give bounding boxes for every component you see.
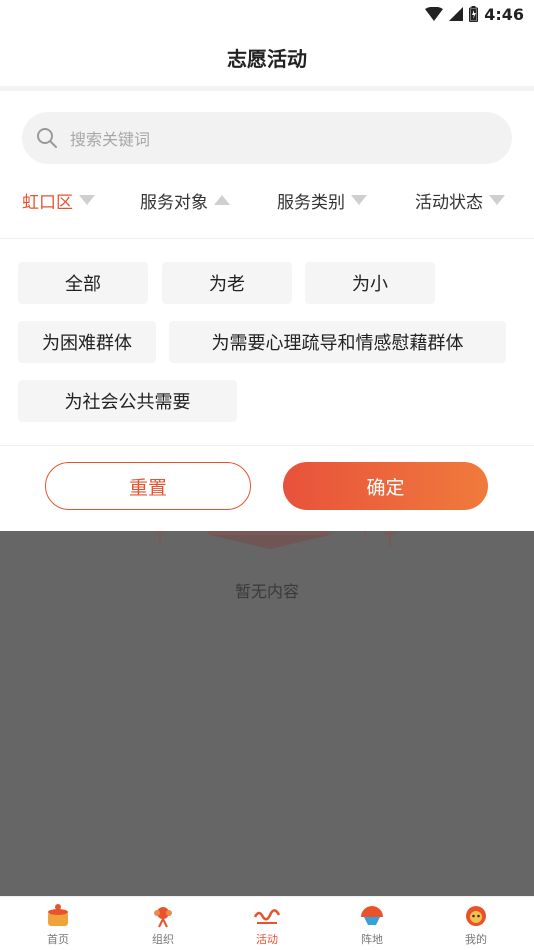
dim-overlay[interactable]: 暂无内容 bbox=[0, 531, 534, 896]
filter-service-target[interactable]: 服务对象 bbox=[140, 188, 230, 213]
empty-state-text: 暂无内容 bbox=[234, 582, 299, 601]
filter-district[interactable]: 虹口区 bbox=[22, 188, 95, 213]
tab-activity-label: 活动 bbox=[256, 933, 278, 946]
tab-profile[interactable]: 我的 bbox=[423, 897, 529, 950]
chevron-up-icon bbox=[214, 195, 230, 205]
option-psychological-support[interactable]: 为需要心理疏导和情感慰藉群体 bbox=[169, 321, 506, 363]
filter-service-category-label: 服务类别 bbox=[277, 192, 345, 213]
filter-divider bbox=[0, 238, 534, 239]
empty-state-illustration bbox=[154, 531, 396, 549]
status-time: 4:46 bbox=[484, 4, 524, 24]
actions-divider bbox=[0, 445, 534, 446]
option-elderly[interactable]: 为老 bbox=[162, 262, 292, 304]
chevron-down-icon bbox=[351, 195, 367, 205]
tab-activity[interactable]: 活动 bbox=[214, 897, 320, 950]
signal-icon bbox=[449, 7, 464, 21]
search-icon bbox=[37, 128, 57, 148]
tab-position[interactable]: 阵地 bbox=[319, 897, 425, 950]
battery-icon bbox=[469, 6, 479, 22]
option-children[interactable]: 为小 bbox=[305, 262, 435, 304]
filter-service-target-label: 服务对象 bbox=[140, 192, 208, 213]
activity-logo-icon bbox=[253, 909, 281, 924]
title-bar: 志愿活动 bbox=[0, 28, 534, 86]
home-drum-icon bbox=[48, 904, 68, 926]
filter-bar: 虹口区 服务对象 服务类别 活动状态 bbox=[0, 176, 534, 224]
profile-lion-icon bbox=[466, 906, 486, 926]
filter-district-label: 虹口区 bbox=[22, 192, 73, 213]
option-all[interactable]: 全部 bbox=[18, 262, 148, 304]
tab-position-label: 阵地 bbox=[361, 933, 383, 946]
filter-service-category[interactable]: 服务类别 bbox=[277, 188, 367, 213]
tab-organization-label: 组织 bbox=[152, 933, 174, 946]
tab-home[interactable]: 首页 bbox=[5, 897, 111, 950]
option-public-needs[interactable]: 为社会公共需要 bbox=[18, 380, 237, 422]
tab-profile-label: 我的 bbox=[465, 933, 487, 946]
page-title: 志愿活动 bbox=[227, 46, 307, 71]
chevron-down-icon bbox=[489, 195, 505, 205]
title-divider bbox=[0, 86, 534, 91]
status-bar: 4:46 bbox=[0, 0, 534, 28]
option-needy-groups[interactable]: 为困难群体 bbox=[18, 321, 156, 363]
chevron-down-icon bbox=[79, 195, 95, 205]
tab-organization[interactable]: 组织 bbox=[110, 897, 216, 950]
reset-button[interactable]: 重置 bbox=[45, 462, 251, 510]
search-input[interactable]: 搜索关键词 bbox=[22, 112, 512, 164]
search-placeholder: 搜索关键词 bbox=[70, 130, 151, 149]
tab-home-label: 首页 bbox=[47, 933, 69, 946]
tab-bar: 首页 组织 活动 阵地 我的 bbox=[0, 896, 534, 950]
position-fan-icon bbox=[361, 906, 383, 925]
organization-knot-icon bbox=[154, 907, 172, 928]
filter-activity-status-label: 活动状态 bbox=[415, 192, 483, 213]
confirm-button[interactable]: 确定 bbox=[283, 462, 488, 510]
wifi-icon bbox=[425, 7, 444, 21]
filter-activity-status[interactable]: 活动状态 bbox=[415, 188, 505, 213]
